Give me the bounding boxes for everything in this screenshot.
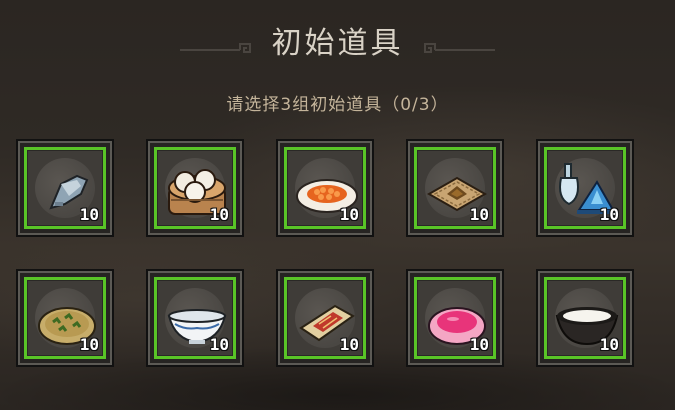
item-quantity: 10 <box>339 335 359 354</box>
selection-prompt: 请选择3组初始道具（0/3） <box>226 95 449 115</box>
item-quantity: 10 <box>599 205 619 224</box>
item-quantity: 10 <box>209 335 229 354</box>
item-slot-8[interactable]: 10 <box>276 269 374 367</box>
page-title: 初始道具 <box>271 26 404 61</box>
item-slot-7[interactable]: 10 <box>146 269 244 367</box>
item-slot-6[interactable]: 10 <box>16 269 114 367</box>
item-quantity: 10 <box>339 205 359 224</box>
item-quantity: 10 <box>79 205 99 224</box>
item-slot-10[interactable]: 10 <box>536 269 634 367</box>
item-slot-1[interactable]: 10 <box>16 139 114 237</box>
item-quantity: 10 <box>599 335 619 354</box>
item-quantity: 10 <box>469 205 489 224</box>
item-quantity: 10 <box>79 335 99 354</box>
item-slot-4[interactable]: 10 <box>406 139 504 237</box>
item-slot-3[interactable]: 10 <box>276 139 374 237</box>
item-slot-2[interactable]: 10 <box>146 139 244 237</box>
item-slot-5[interactable]: 10 <box>536 139 634 237</box>
item-slot-9[interactable]: 10 <box>406 269 504 367</box>
item-quantity: 10 <box>209 205 229 224</box>
item-quantity: 10 <box>469 335 489 354</box>
item-grid: 10 10 10 10 10 10 10 10 10 10 <box>16 139 675 379</box>
